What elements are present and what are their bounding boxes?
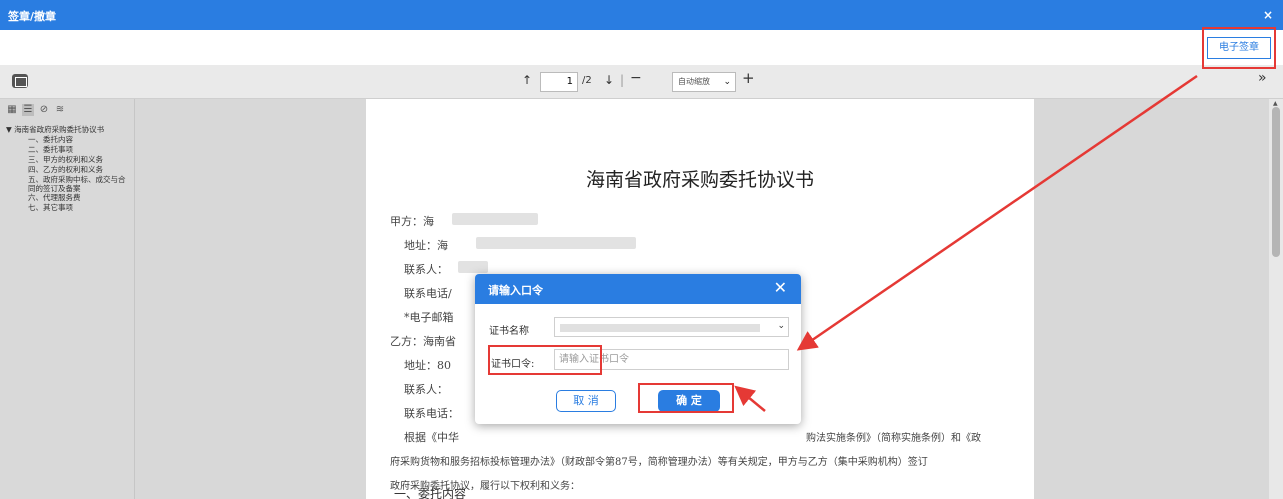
doc-line: *电子邮箱 xyxy=(404,311,454,324)
title-bar: 签章/撤章 × xyxy=(0,0,1283,30)
vertical-scrollbar[interactable]: ▲ xyxy=(1269,99,1283,499)
section-heading: 一、委托内容 xyxy=(394,487,467,499)
attachment-icon[interactable]: ⊘ xyxy=(38,104,50,116)
outline-icon[interactable]: ☰ xyxy=(22,104,34,116)
close-icon[interactable]: ✕ xyxy=(774,278,787,297)
outline-item[interactable]: 四、乙方的权利和义务 xyxy=(28,165,134,175)
redacted-text xyxy=(560,324,760,332)
outline-item[interactable]: 三、甲方的权利和义务 xyxy=(28,155,134,165)
password-label: 证书口令: xyxy=(491,359,535,370)
close-icon[interactable]: × xyxy=(1263,8,1273,22)
doc-line: 府采购货物和服务招标投标管理办法》（财政部令第87号，简称管理办法）等有关规定，… xyxy=(390,457,928,468)
outline-item[interactable]: 五、政府采购中标、成交与合同的签订及备案 xyxy=(28,175,128,193)
toolbar-separator: | xyxy=(620,73,625,87)
zoom-select-value: 自动缩放 xyxy=(678,77,710,86)
sign-window: 签章/撤章 × 电子签章 ↑ 1 /2 ↓ | − 自动缩放 ⌄ + » ▦ ☰… xyxy=(0,0,1283,499)
viewer-toolbar: ↑ 1 /2 ↓ | − 自动缩放 ⌄ + » xyxy=(0,65,1283,99)
doc-line: 根据《中华 xyxy=(404,431,459,444)
document-title: 海南省政府采购委托协议书 xyxy=(585,169,814,191)
layers-icon[interactable]: ≋ xyxy=(54,104,66,116)
zoom-out-icon[interactable]: − xyxy=(630,70,642,86)
outline-panel: ▦ ☰ ⊘ ≋ ▼ 海南省政府采购委托协议书 一、委托内容 二、委托事项 三、甲… xyxy=(0,99,135,499)
redacted-text xyxy=(476,237,636,249)
chevron-down-icon: ⌄ xyxy=(723,77,731,87)
dialog-title: 请输入口令 xyxy=(488,284,543,297)
zoom-select[interactable]: 自动缩放 ⌄ xyxy=(672,72,736,92)
prev-page-icon[interactable]: ↑ xyxy=(522,73,532,87)
doc-line: 联系人： xyxy=(404,383,448,396)
outline-item[interactable]: 七、其它事项 xyxy=(28,203,134,213)
cert-name-select[interactable]: ⌄ xyxy=(554,317,789,337)
page-number-input[interactable]: 1 xyxy=(540,72,578,92)
next-page-icon[interactable]: ↓ xyxy=(604,73,614,87)
outline-root[interactable]: ▼ 海南省政府采购委托协议书 xyxy=(6,125,134,135)
doc-line: 联系电话： xyxy=(404,407,459,420)
window-title: 签章/撤章 xyxy=(8,10,57,23)
cancel-button[interactable]: 取 消 xyxy=(556,390,616,412)
doc-line: 联系电话/ xyxy=(404,287,452,300)
chevron-down-icon: ⌄ xyxy=(777,321,785,331)
top-toolbar: 电子签章 xyxy=(0,30,1283,65)
outline-item[interactable]: 二、委托事项 xyxy=(28,145,134,155)
doc-line: 乙方：海南省 xyxy=(390,335,456,348)
doc-line: 地址：80 xyxy=(404,359,451,372)
zoom-in-icon[interactable]: + xyxy=(742,69,755,87)
thumbnails-icon[interactable]: ▦ xyxy=(6,104,18,116)
esign-button[interactable]: 电子签章 xyxy=(1207,37,1271,59)
password-input[interactable]: 请输入证书口令 xyxy=(554,349,789,370)
redacted-text xyxy=(458,261,488,273)
doc-line: 甲方：海 xyxy=(390,215,434,228)
outline-item[interactable]: 一、委托内容 xyxy=(28,135,134,145)
outline-item[interactable]: 六、代理服务费 xyxy=(28,193,134,203)
doc-line: 地址：海 xyxy=(404,239,448,252)
scroll-up-icon[interactable]: ▲ xyxy=(1273,100,1278,107)
doc-line: 购法实施条例》（简称实施条例）和《政 xyxy=(806,433,981,444)
confirm-button[interactable]: 确 定 xyxy=(658,390,720,412)
outline-tree: ▼ 海南省政府采购委托协议书 一、委托内容 二、委托事项 三、甲方的权利和义务 … xyxy=(6,125,134,213)
page-total: /2 xyxy=(582,75,592,86)
scrollbar-thumb[interactable] xyxy=(1272,107,1280,257)
more-tools-icon[interactable]: » xyxy=(1258,70,1267,86)
doc-line: 联系人： xyxy=(404,263,448,276)
cert-name-label: 证书名称 xyxy=(489,326,529,337)
redacted-text xyxy=(452,213,538,225)
password-dialog: 请输入口令 ✕ 证书名称 ⌄ 证书口令: 请输入证书口令 取 消 确 定 xyxy=(475,274,801,424)
sidebar-toggle-icon[interactable] xyxy=(12,74,28,88)
dialog-header: 请输入口令 ✕ xyxy=(475,274,801,304)
